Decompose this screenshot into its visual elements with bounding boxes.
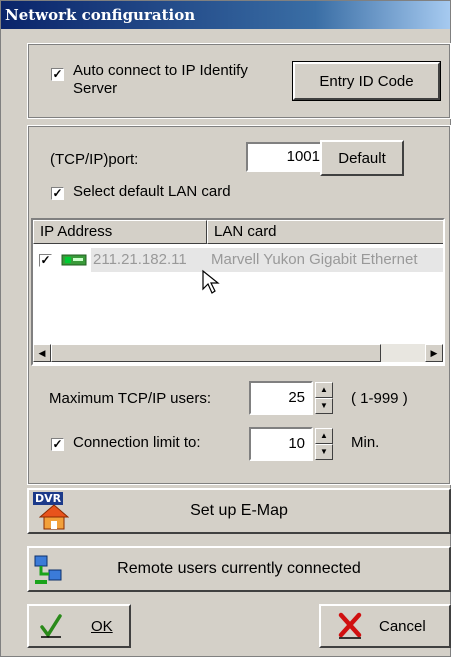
horizontal-scrollbar[interactable]: ◀ ▶ (33, 344, 443, 362)
row-lan-card: Marvell Yukon Gigabit Ethernet (211, 251, 418, 268)
setup-emap-button[interactable]: DVR Set up E-Map (27, 488, 451, 534)
spin-down-icon[interactable]: ▼ (315, 398, 333, 414)
cancel-label: Cancel (379, 617, 426, 635)
connection-limit-checkbox[interactable]: ✓ (51, 438, 64, 451)
network-config-window: Network configuration ✓ Auto connect to … (0, 0, 451, 657)
port-input[interactable]: 1001 (246, 142, 328, 172)
connection-limit-input[interactable]: 10 (249, 427, 313, 461)
cancel-button[interactable]: Cancel (319, 604, 451, 648)
auto-connect-checkbox[interactable]: ✓ (51, 68, 64, 81)
window-title: Network configuration (5, 6, 196, 24)
max-users-spinner[interactable]: ▲ ▼ (315, 382, 333, 414)
checkmark-icon (40, 614, 62, 639)
spin-up-icon[interactable]: ▲ (315, 428, 333, 444)
spin-down-icon[interactable]: ▼ (315, 444, 333, 460)
setup-emap-label: Set up E-Map (190, 502, 288, 519)
scroll-thumb[interactable] (51, 344, 381, 362)
column-header-ip[interactable]: IP Address (33, 220, 207, 244)
select-lan-label: Select default LAN card (73, 183, 231, 200)
title-bar[interactable]: Network configuration (1, 1, 450, 29)
entry-id-code-button[interactable]: Entry ID Code (292, 61, 441, 101)
auto-connect-group: ✓ Auto connect to IP Identify Server Ent… (27, 43, 451, 119)
ok-label: OK (91, 617, 113, 635)
connection-limit-label: Connection limit to: (73, 434, 201, 451)
ok-button[interactable]: OK (27, 604, 131, 648)
network-card-icon (61, 254, 87, 266)
auto-connect-label: Auto connect to IP Identify Server (73, 62, 248, 97)
row-checkbox[interactable]: ✓ (39, 254, 52, 267)
row-ip: 211.21.182.11 (93, 251, 187, 268)
scroll-right-icon[interactable]: ▶ (425, 344, 443, 362)
lan-card-list[interactable]: IP Address LAN card ✓ 211.21.182.11 Marv… (31, 218, 445, 366)
scroll-left-icon[interactable]: ◀ (33, 344, 51, 362)
spin-up-icon[interactable]: ▲ (315, 382, 333, 398)
connection-limit-unit: Min. (351, 434, 380, 451)
column-header-lan[interactable]: LAN card (207, 220, 443, 244)
remote-users-button[interactable]: Remote users currently connected (27, 546, 451, 592)
max-users-input[interactable]: 25 (249, 381, 313, 415)
max-users-label: Maximum TCP/IP users: (49, 390, 211, 407)
mouse-cursor-icon (202, 269, 220, 294)
red-x-icon (338, 612, 362, 639)
port-label: (TCP/IP)port: (50, 151, 139, 168)
remote-users-label: Remote users currently connected (117, 560, 361, 577)
table-row[interactable]: ✓ 211.21.182.11 Marvell Yukon Gigabit Et… (33, 248, 443, 272)
connection-limit-spinner[interactable]: ▲ ▼ (315, 428, 333, 460)
select-lan-checkbox[interactable]: ✓ (51, 187, 64, 200)
max-users-range: ( 1-999 ) (351, 390, 408, 407)
default-button[interactable]: Default (320, 140, 404, 176)
